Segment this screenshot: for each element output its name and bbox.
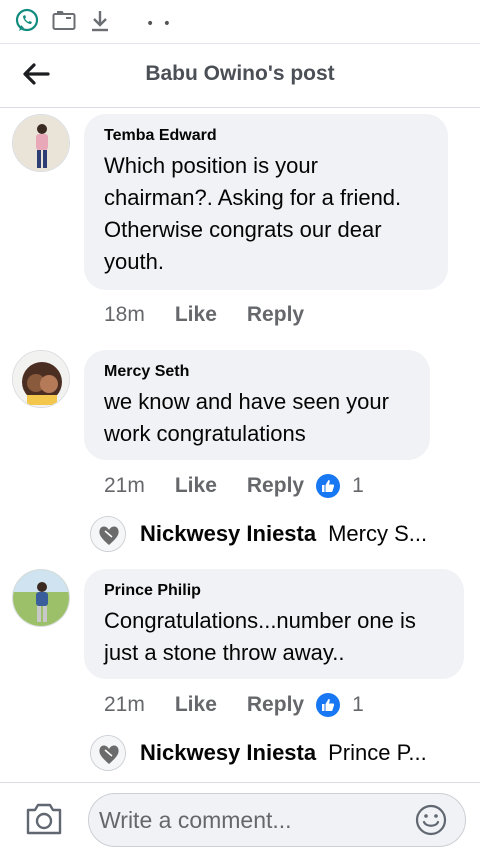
emoji-button[interactable] [414, 803, 448, 837]
comment-time: 18m [104, 303, 145, 326]
reply-button[interactable]: Reply [247, 303, 304, 327]
reaction-count-value: 1 [352, 474, 364, 497]
reply-button[interactable]: Reply [247, 693, 304, 717]
download-icon [90, 9, 110, 38]
status-bar: • • [0, 0, 480, 44]
reply-preview-text: Prince P... [328, 740, 427, 765]
page-title: Babu Owino's post [145, 62, 335, 85]
emoji-icon [415, 804, 447, 836]
comment-author[interactable]: Temba Edward [104, 126, 428, 146]
avatar[interactable] [12, 114, 70, 172]
comment-time: 21m [104, 474, 145, 497]
like-button[interactable]: Like [175, 303, 217, 327]
avatar[interactable] [12, 350, 70, 408]
reaction-count[interactable]: 1 [316, 693, 364, 717]
avatar [90, 735, 126, 771]
comment-actions: 21m Like Reply 1 [104, 690, 364, 720]
comment-time: 21m [104, 693, 145, 716]
camera-icon [26, 803, 62, 835]
avatar [90, 516, 126, 552]
like-button[interactable]: Like [175, 474, 217, 498]
reaction-count-value: 1 [352, 693, 364, 716]
comment-bubble[interactable]: Temba Edward Which position is your chai… [84, 114, 448, 290]
comment-input[interactable] [88, 793, 466, 847]
like-button[interactable]: Like [175, 693, 217, 717]
comment-text: Congratulations...number one is just a s… [104, 608, 416, 665]
reaction-count[interactable]: 1 [316, 474, 364, 498]
reply-preview-text: Mercy S... [328, 521, 428, 546]
status-dots: • • [146, 16, 173, 32]
comment-author[interactable]: Mercy Seth [104, 362, 410, 382]
thumbs-up-icon [316, 474, 341, 498]
comment-author[interactable]: Prince Philip [104, 581, 444, 601]
reply-preview-row[interactable]: Nickwesy Iniesta Mercy S... [90, 514, 427, 554]
comment-text: we know and have seen your work congratu… [104, 389, 389, 446]
screen-cast-icon [52, 10, 76, 37]
reply-author: Nickwesy Iniesta [140, 740, 317, 765]
comment-bubble[interactable]: Prince Philip Congratulations...number o… [84, 569, 464, 679]
reply-preview-row[interactable]: Nickwesy Iniesta Prince P... [90, 733, 427, 773]
reply-author: Nickwesy Iniesta [140, 521, 317, 546]
comment-actions: 21m Like Reply 1 [104, 471, 364, 501]
comment-actions: 18m Like Reply [104, 300, 334, 330]
reply-button[interactable]: Reply [247, 474, 304, 498]
camera-button[interactable] [24, 801, 64, 837]
avatar[interactable] [12, 569, 70, 627]
thumbs-up-icon [316, 693, 341, 717]
comment-bubble[interactable]: Mercy Seth we know and have seen your wo… [84, 350, 430, 460]
whatsapp-icon [14, 8, 40, 39]
comment-composer [0, 782, 480, 854]
post-header: Babu Owino's post [0, 44, 480, 108]
comment-text: Which position is your chairman?. Asking… [104, 153, 402, 274]
